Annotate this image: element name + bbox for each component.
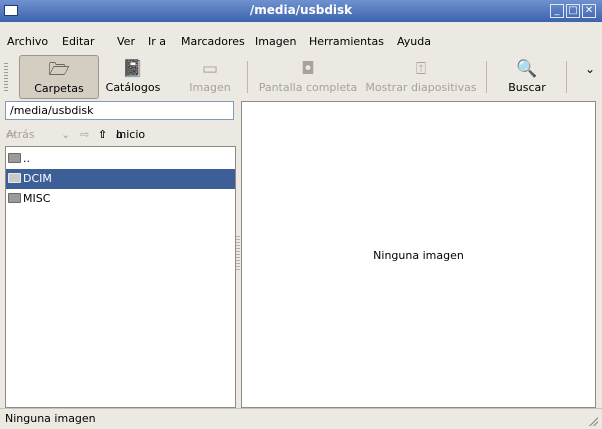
list-item[interactable]: .. [6,149,235,169]
back-label: Atrás [6,128,35,141]
image-viewer[interactable]: Ninguna imagen [241,101,596,408]
search-label: Buscar [508,81,546,94]
up-arrow-icon: ⇧ [98,128,108,141]
menu-marcadores[interactable]: Marcadores [181,35,245,48]
list-item-label: DCIM [23,172,52,185]
catalogs-button[interactable]: 📓 Catálogos [102,55,164,99]
search-button[interactable]: 🔍 Buscar [503,55,551,99]
menu-ir-a[interactable]: Ir a [148,35,166,48]
window-title: /media/usbdisk [249,3,353,17]
title-bar: /media/usbdisk _ □ ✕ [0,0,602,22]
list-item-label: MISC [23,192,51,205]
minimize-icon[interactable]: _ [550,4,564,18]
toolbar-separator [486,61,487,93]
list-item[interactable]: DCIM [6,169,235,189]
folders-label: Carpetas [34,82,84,95]
forward-arrow-icon: ⇨ [80,128,90,141]
slideshow-icon: ⍐ [415,59,427,79]
fullscreen-label: Pantalla completa [258,81,358,94]
image-label: Imagen [189,81,231,94]
folder-icon [8,173,21,183]
resize-grip-icon[interactable] [588,416,598,426]
chevron-down-icon: ⌄ [584,62,596,76]
menu-imagen[interactable]: Imagen [255,35,296,48]
toolbar-grip[interactable] [4,63,8,93]
toolbar-separator [566,61,567,93]
slideshow-button[interactable]: ⍐ Mostrar diapositivas [362,55,480,99]
pane-splitter[interactable] [236,236,240,270]
menu-ayuda[interactable]: Ayuda [397,35,431,48]
image-button[interactable]: ▭ Imagen [182,55,238,99]
folder-open-icon: 🗁 [48,60,70,80]
home-label: Inicio [116,128,146,141]
list-item-label: .. [23,152,30,165]
toolbar: 🗁 Carpetas 📓 Catálogos ▭ Imagen ◘ Pantal… [0,53,602,101]
list-item[interactable]: MISC [6,189,235,209]
slideshow-label: Mostrar diapositivas [365,81,477,94]
fullscreen-button[interactable]: ◘ Pantalla completa [257,55,359,99]
chevron-down-icon: ⌄ [61,128,71,141]
image-icon: ▭ [201,59,219,79]
status-text: Ninguna imagen [5,412,96,425]
menu-editar[interactable]: Editar [62,35,95,48]
folder-icon [8,153,21,163]
toolbar-overflow-button[interactable]: ⌄ [580,55,600,99]
catalogs-label: Catálogos [105,81,161,94]
menu-archivo[interactable]: Archivo [7,35,48,48]
catalog-book-icon: 📓 [122,59,144,79]
location-field[interactable]: /media/usbdisk [5,101,234,120]
folders-button[interactable]: 🗁 Carpetas [19,55,99,99]
status-bar: Ninguna imagen [0,408,602,429]
folder-list[interactable]: .. DCIM MISC [5,146,236,408]
maximize-icon[interactable]: □ [566,4,580,18]
menu-bar: Archivo Editar Ver Ir a Marcadores Image… [0,32,602,52]
menu-ver[interactable]: Ver [117,35,135,48]
toolbar-separator [247,61,248,93]
navigation-bar: ⇦ Atrás ⌄ ⇨ ⇧ ⌂ Inicio [5,124,234,144]
folder-icon [8,193,21,203]
menu-herramientas[interactable]: Herramientas [309,35,384,48]
viewer-message: Ninguna imagen [373,249,464,262]
fullscreen-icon: ◘ [301,59,315,79]
close-icon[interactable]: ✕ [582,4,596,18]
search-icon: 🔍 [516,59,538,79]
